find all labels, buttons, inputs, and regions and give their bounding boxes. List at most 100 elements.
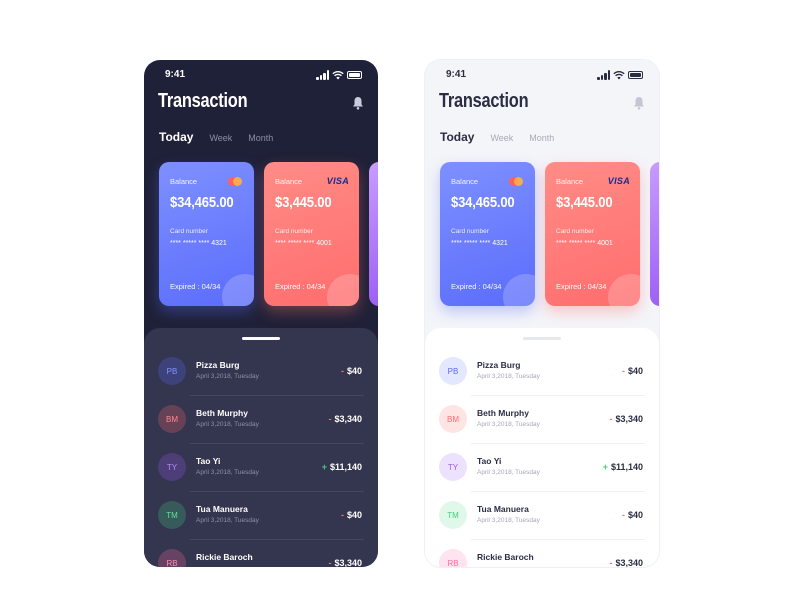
list-item[interactable]: PB Pizza Burg April 3,2018, Tuesday - $40 — [158, 348, 364, 396]
amount-sign: - — [621, 510, 625, 520]
amount-value: $3,340 — [334, 414, 362, 424]
card-number: **** ***** **** 4321 — [451, 240, 508, 247]
amount-sign: - — [328, 558, 332, 567]
status-time: 9:41 — [446, 69, 467, 80]
battery-icon — [347, 71, 362, 79]
amount-value: $3,340 — [334, 558, 362, 567]
transaction-amount: - $40 — [341, 510, 362, 520]
balance-label: Balance — [451, 177, 479, 186]
balance-card-partial[interactable] — [369, 162, 378, 306]
transactions-sheet[interactable]: PB Pizza Burg April 3,2018, Tuesday - $40… — [144, 328, 378, 567]
list-item[interactable]: TM Tua Manuera April 3,2018, Tuesday - $4… — [439, 492, 645, 540]
tab-today[interactable]: Today — [159, 130, 193, 144]
period-tabs: Today Week Month — [159, 130, 289, 144]
card-number: **** ***** **** 4001 — [556, 240, 613, 247]
status-bar: 9:41 — [144, 68, 378, 82]
tab-month[interactable]: Month — [248, 133, 273, 143]
avatar: RB — [158, 549, 186, 567]
amount-value: $11,140 — [610, 462, 643, 472]
amount-value: $11,140 — [329, 462, 362, 472]
list-item[interactable]: BM Beth Murphy April 3,2018, Tuesday - $3… — [439, 396, 645, 444]
system-icons — [316, 70, 362, 80]
mastercard-icon — [228, 177, 242, 186]
balance-card-visa[interactable]: Balance VISA $3,445.00 Card number **** … — [264, 162, 359, 306]
status-time: 9:41 — [165, 69, 186, 80]
card-carousel[interactable]: Balance $34,465.00 Card number **** ****… — [440, 162, 659, 306]
visa-logo: VISA — [607, 176, 630, 186]
card-carousel[interactable]: Balance $34,465.00 Card number **** ****… — [159, 162, 378, 306]
transaction-name: Pizza Burg — [477, 360, 521, 370]
list-item[interactable]: RB Rickie Baroch - $3,340 — [439, 540, 645, 567]
transaction-amount: - $40 — [341, 366, 362, 376]
transaction-date: April 3,2018, Tuesday — [477, 469, 540, 476]
balance-card-mastercard[interactable]: Balance $34,465.00 Card number **** ****… — [159, 162, 254, 306]
balance-card-mastercard[interactable]: Balance $34,465.00 Card number **** ****… — [440, 162, 535, 306]
sheet-drag-handle[interactable] — [523, 337, 561, 340]
transaction-date: April 3,2018, Tuesday — [196, 517, 259, 524]
wifi-icon — [332, 70, 344, 80]
transaction-amount: - $40 — [622, 510, 643, 520]
tab-today[interactable]: Today — [440, 130, 474, 144]
balance-label: Balance — [170, 177, 198, 186]
card-expiry: Expired : 04/34 — [170, 282, 221, 291]
card-number-label: Card number — [556, 228, 594, 235]
card-decoration — [608, 274, 640, 306]
card-number-label: Card number — [170, 228, 208, 235]
visa-logo: VISA — [326, 176, 349, 186]
tab-month[interactable]: Month — [529, 133, 554, 143]
avatar: BM — [439, 405, 467, 433]
amount-sign: - — [340, 366, 344, 376]
amount-value: $40 — [346, 510, 362, 520]
transaction-amount: - $3,340 — [609, 414, 643, 424]
amount-sign: + — [321, 462, 327, 472]
card-number: **** ***** **** 4001 — [275, 240, 332, 247]
card-expiry: Expired : 04/34 — [451, 282, 502, 291]
transactions-sheet[interactable]: PB Pizza Burg April 3,2018, Tuesday - $40… — [425, 328, 659, 567]
avatar: TY — [439, 453, 467, 481]
cellular-signal-icon — [316, 70, 330, 80]
balance-card-partial[interactable] — [650, 162, 659, 306]
transaction-amount: - $3,340 — [328, 414, 362, 424]
list-item[interactable]: TM Tua Manuera April 3,2018, Tuesday - $4… — [158, 492, 364, 540]
tab-week[interactable]: Week — [490, 133, 513, 143]
transaction-name: Rickie Baroch — [477, 552, 534, 562]
transaction-name: Tao Yi — [477, 456, 502, 466]
list-item[interactable]: TY Tao Yi April 3,2018, Tuesday + $11,140 — [439, 444, 645, 492]
notification-bell-icon[interactable] — [352, 96, 364, 110]
transaction-date: April 3,2018, Tuesday — [196, 469, 259, 476]
avatar: TY — [158, 453, 186, 481]
sheet-drag-handle[interactable] — [242, 337, 280, 340]
phone-dark-theme: 9:41 Transaction Today Week Month Balanc… — [144, 60, 378, 567]
card-number-label: Card number — [451, 228, 489, 235]
status-bar: 9:41 — [425, 68, 659, 82]
notification-bell-icon[interactable] — [633, 96, 645, 110]
transaction-date: April 3,2018, Tuesday — [477, 421, 540, 428]
transaction-name: Rickie Baroch — [196, 552, 253, 562]
avatar: RB — [439, 549, 467, 567]
tab-week[interactable]: Week — [209, 133, 232, 143]
transaction-date: April 3,2018, Tuesday — [196, 421, 259, 428]
amount-value: $40 — [346, 366, 362, 376]
card-expiry: Expired : 04/34 — [275, 282, 326, 291]
transaction-date: April 3,2018, Tuesday — [196, 373, 259, 380]
amount-sign: - — [328, 414, 332, 424]
transaction-name: Tua Manuera — [477, 504, 529, 514]
avatar: PB — [158, 357, 186, 385]
card-expiry: Expired : 04/34 — [556, 282, 607, 291]
card-number-label: Card number — [275, 228, 313, 235]
avatar: BM — [158, 405, 186, 433]
card-decoration — [327, 274, 359, 306]
amount-sign: - — [340, 510, 344, 520]
balance-card-visa[interactable]: Balance VISA $3,445.00 Card number **** … — [545, 162, 640, 306]
transaction-amount: - $3,340 — [328, 558, 362, 567]
list-item[interactable]: BM Beth Murphy April 3,2018, Tuesday - $3… — [158, 396, 364, 444]
period-tabs: Today Week Month — [440, 130, 570, 144]
phone-light-theme: 9:41 Transaction Today Week Month Balanc… — [425, 60, 659, 567]
list-item[interactable]: RB Rickie Baroch - $3,340 — [158, 540, 364, 567]
list-item[interactable]: PB Pizza Burg April 3,2018, Tuesday - $40 — [439, 348, 645, 396]
list-item[interactable]: TY Tao Yi April 3,2018, Tuesday + $11,140 — [158, 444, 364, 492]
transaction-amount: - $3,340 — [609, 558, 643, 567]
amount-sign: - — [621, 366, 625, 376]
transaction-amount: - $40 — [622, 366, 643, 376]
balance-label: Balance — [275, 177, 303, 186]
